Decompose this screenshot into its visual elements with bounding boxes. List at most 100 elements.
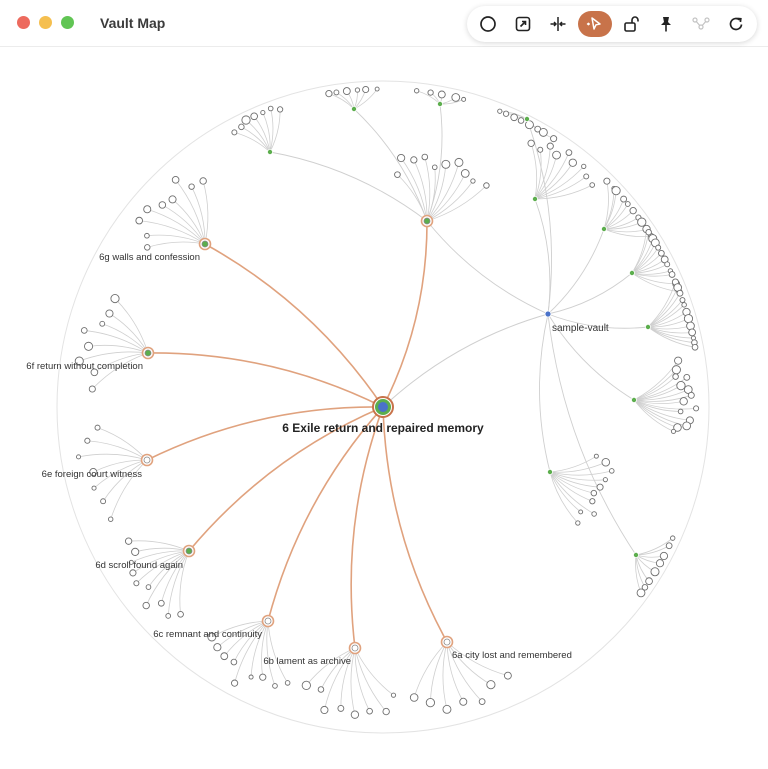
- close-window-button[interactable]: [17, 16, 30, 29]
- leaf-node: [601, 457, 611, 467]
- leaf-node: [409, 693, 419, 702]
- leaf-node: [603, 177, 611, 185]
- leaf-node: [497, 108, 503, 114]
- leaf-node: [144, 232, 150, 239]
- leaf-node: [168, 195, 177, 204]
- tag-node: [629, 269, 636, 276]
- leaf-node: [620, 195, 628, 203]
- leaf-node: [100, 498, 107, 505]
- graph-edge: [135, 547, 190, 553]
- collapse-button[interactable]: [543, 11, 574, 37]
- title-bar: Vault Map: [0, 0, 768, 47]
- leaf-node: [581, 163, 587, 170]
- focus-node: [375, 399, 391, 415]
- leaf-node: [317, 686, 325, 693]
- leaf-node: [84, 437, 91, 444]
- tag-node: [524, 116, 531, 123]
- leaf-node: [575, 520, 581, 526]
- leaf-node: [91, 485, 97, 491]
- circle-icon: [480, 16, 497, 32]
- graph-edge: [269, 151, 428, 222]
- circle-layout-button[interactable]: [473, 11, 504, 37]
- unlock-icon: [624, 16, 639, 32]
- leaf-node: [460, 169, 470, 178]
- leaf-node: [267, 105, 274, 112]
- child-node: [351, 644, 359, 652]
- select-mode-button[interactable]: [577, 11, 612, 37]
- root-node: [544, 310, 552, 318]
- leaf-node: [693, 405, 700, 412]
- leaf-node: [624, 201, 631, 207]
- leaf-node: [672, 373, 679, 380]
- unlock-button[interactable]: [615, 11, 646, 37]
- leaf-node: [517, 117, 525, 124]
- leaf-node: [250, 112, 258, 121]
- pin-button[interactable]: [650, 11, 681, 37]
- leaf-node: [88, 385, 96, 393]
- open-external-button[interactable]: [508, 11, 539, 37]
- leaf-node: [459, 697, 468, 706]
- leaf-node: [80, 327, 88, 334]
- focus-label: 6 Exile return and repaired memory: [282, 421, 484, 435]
- leaf-node: [650, 567, 660, 577]
- leaf-node: [158, 201, 167, 209]
- graph-button[interactable]: [685, 11, 716, 37]
- leaf-node: [432, 164, 438, 170]
- leaf-node: [144, 244, 151, 251]
- zoom-window-button[interactable]: [61, 16, 74, 29]
- leaf-node: [637, 217, 647, 227]
- graph-edge: [397, 174, 428, 222]
- child-node: [201, 240, 209, 248]
- leaf-node: [461, 96, 467, 102]
- leaf-node: [325, 90, 333, 98]
- leaf-node: [143, 205, 152, 214]
- graph-edge: [202, 180, 209, 245]
- tag-node: [601, 225, 608, 232]
- graph-edge: [87, 440, 148, 461]
- graph-edge: [446, 641, 492, 686]
- graph-edge: [534, 198, 551, 315]
- leaf-node: [394, 171, 401, 178]
- leaf-node: [470, 178, 476, 184]
- refresh-button[interactable]: [720, 11, 751, 37]
- pin-icon: [660, 17, 671, 32]
- collapse-arrows-icon: [550, 17, 566, 31]
- graph-edge: [633, 369, 677, 401]
- leaf-node: [502, 110, 510, 117]
- leaf-node: [366, 707, 373, 715]
- child-label: 6e foreign court witness: [42, 469, 143, 480]
- leaf-node: [679, 297, 686, 304]
- tag-node: [547, 468, 554, 475]
- tag-node: [350, 106, 357, 113]
- vault-graph-canvas[interactable]: 6a city lost and remembered 6b lament as …: [0, 47, 768, 769]
- leaf-node: [382, 707, 390, 716]
- graph-icon: [692, 17, 710, 30]
- graph-edge: [350, 647, 356, 715]
- graph-edge: [547, 272, 633, 315]
- leaf-node: [362, 85, 370, 93]
- leaf-node: [527, 139, 535, 147]
- leaf-node: [636, 588, 646, 598]
- leaf-node: [248, 674, 254, 680]
- leaf-node: [105, 309, 114, 318]
- minimize-window-button[interactable]: [39, 16, 52, 29]
- graph-edge: [549, 470, 612, 476]
- leaf-node: [260, 110, 266, 116]
- leaf-node: [410, 156, 418, 164]
- child-label: 6b lament as archive: [263, 656, 351, 667]
- graph-edge: [539, 313, 551, 473]
- leaf-node: [441, 159, 451, 169]
- leaf-node: [578, 509, 584, 515]
- graph-edge: [266, 620, 276, 687]
- tag-node: [633, 551, 640, 558]
- leaf-node: [659, 551, 669, 561]
- leaf-node: [668, 271, 676, 278]
- leaf-node: [608, 468, 615, 474]
- leaf-node: [691, 343, 699, 351]
- highlight-edge: [204, 243, 384, 408]
- leaf-node: [550, 135, 558, 143]
- leaf-node: [171, 176, 180, 184]
- leaf-node: [683, 373, 691, 381]
- leaf-node: [425, 697, 436, 708]
- leaf-node: [145, 584, 152, 590]
